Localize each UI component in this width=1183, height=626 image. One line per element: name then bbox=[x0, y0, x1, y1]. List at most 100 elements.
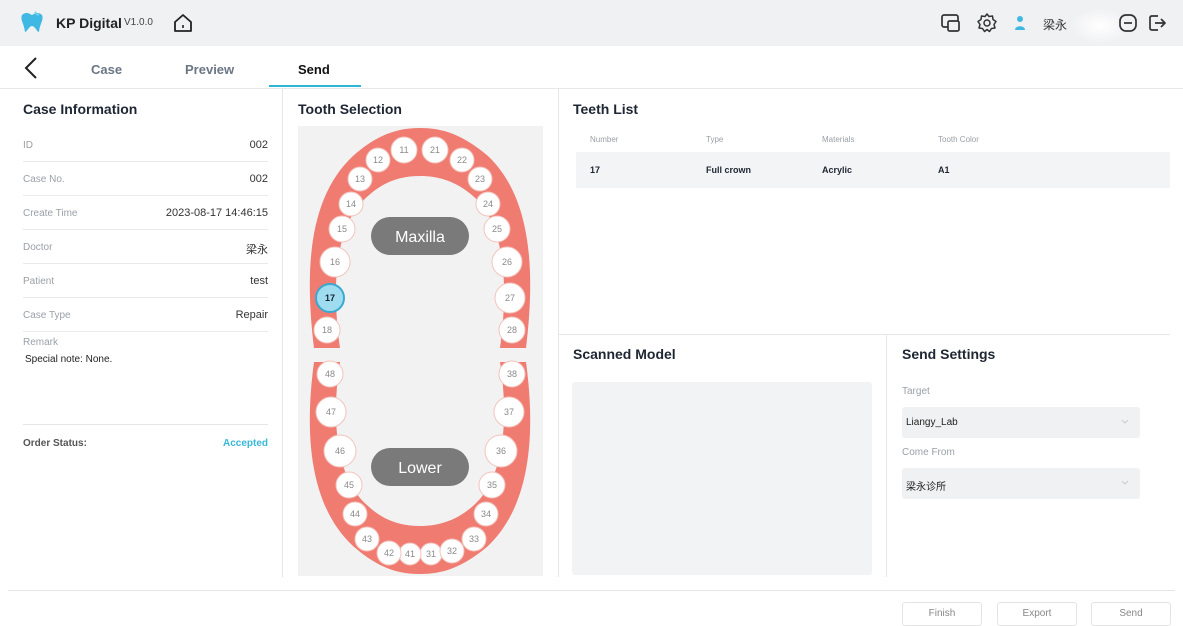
tooth-number: 13 bbox=[355, 174, 365, 184]
info-value: 002 bbox=[249, 139, 268, 151]
tooth-15[interactable]: 15 bbox=[328, 215, 356, 243]
scanned-model-viewer[interactable] bbox=[572, 382, 872, 575]
tooth-42[interactable]: 42 bbox=[376, 540, 402, 566]
tooth-number: 17 bbox=[325, 293, 335, 303]
order-status-label: Order Status: bbox=[23, 438, 87, 449]
remark-divider bbox=[23, 424, 268, 425]
chevron-down-icon bbox=[1121, 419, 1129, 424]
tooth-number: 14 bbox=[346, 199, 356, 209]
tab-case[interactable]: Case bbox=[91, 62, 122, 77]
tooth-number: 41 bbox=[405, 549, 415, 559]
tooth-number: 36 bbox=[496, 446, 506, 456]
user-icon bbox=[1015, 16, 1025, 30]
tooth-27[interactable]: 27 bbox=[494, 282, 526, 314]
tooth-34[interactable]: 34 bbox=[473, 501, 499, 527]
info-value: Repair bbox=[235, 309, 268, 321]
cell-tooth-color: A1 bbox=[938, 165, 950, 175]
tooth-43[interactable]: 43 bbox=[354, 526, 380, 552]
tooth-23[interactable]: 23 bbox=[467, 166, 493, 192]
tooth-24[interactable]: 24 bbox=[475, 191, 501, 217]
tooth-31[interactable]: 31 bbox=[419, 542, 443, 566]
info-label: Patient bbox=[23, 276, 55, 287]
tooth-33[interactable]: 33 bbox=[461, 526, 487, 552]
tooth-41[interactable]: 41 bbox=[398, 542, 422, 566]
tooth-number: 32 bbox=[447, 546, 457, 556]
tab-send[interactable]: Send bbox=[298, 62, 330, 77]
tooth-number: 12 bbox=[373, 155, 383, 165]
cell-number: 17 bbox=[590, 165, 601, 175]
tooth-48[interactable]: 48 bbox=[316, 360, 344, 388]
tooth-selection-title: Tooth Selection bbox=[298, 101, 402, 117]
tooth-number: 44 bbox=[350, 509, 360, 519]
info-label: Case No. bbox=[23, 174, 65, 185]
tooth-38[interactable]: 38 bbox=[498, 360, 526, 388]
come-from-label: Come From bbox=[902, 447, 955, 458]
chevron-down-icon bbox=[1121, 480, 1129, 485]
tooth-35[interactable]: 35 bbox=[478, 471, 506, 499]
tooth-37[interactable]: 37 bbox=[493, 396, 525, 428]
tooth-32[interactable]: 32 bbox=[439, 538, 465, 564]
tooth-number: 18 bbox=[322, 325, 332, 335]
tooth-28[interactable]: 28 bbox=[498, 316, 526, 344]
come-from-select[interactable]: 梁永诊所 bbox=[902, 468, 1140, 499]
panel-divider bbox=[558, 89, 559, 577]
column-header-materials: Materials bbox=[822, 135, 855, 144]
come-from-value: 梁永诊所 bbox=[906, 482, 946, 493]
logout-icon[interactable] bbox=[1146, 12, 1168, 34]
app-title: KP Digital bbox=[56, 15, 122, 31]
tooth-number: 23 bbox=[475, 174, 485, 184]
teeth-list-title: Teeth List bbox=[573, 101, 639, 117]
back-arrow-icon[interactable] bbox=[22, 56, 40, 80]
tooth-14[interactable]: 14 bbox=[338, 191, 364, 217]
table-row[interactable]: 17 Full crown Acrylic A1 bbox=[576, 152, 1170, 188]
tooth-17[interactable]: 17 bbox=[315, 283, 345, 313]
tooth-number: 43 bbox=[362, 534, 372, 544]
logo-icon bbox=[21, 11, 43, 32]
tooth-44[interactable]: 44 bbox=[342, 501, 368, 527]
settings-icon[interactable] bbox=[976, 12, 998, 34]
tooth-26[interactable]: 26 bbox=[491, 246, 523, 278]
minimize-icon[interactable] bbox=[1117, 12, 1139, 34]
tooth-47[interactable]: 47 bbox=[315, 396, 347, 428]
tooth-12[interactable]: 12 bbox=[365, 147, 391, 173]
tooth-22[interactable]: 22 bbox=[449, 147, 475, 173]
home-icon[interactable] bbox=[172, 12, 194, 34]
tooth-number: 21 bbox=[430, 145, 440, 155]
tab-preview[interactable]: Preview bbox=[185, 62, 234, 77]
tooth-number: 34 bbox=[481, 509, 491, 519]
target-label: Target bbox=[902, 386, 930, 397]
tooth-number: 25 bbox=[492, 224, 502, 234]
tooth-13[interactable]: 13 bbox=[347, 166, 373, 192]
target-select[interactable]: Liangy_Lab bbox=[902, 407, 1140, 438]
tooth-number: 46 bbox=[335, 446, 345, 456]
remark-label: Remark bbox=[23, 337, 59, 348]
tooth-number: 26 bbox=[502, 257, 512, 267]
tooth-46[interactable]: 46 bbox=[323, 434, 357, 468]
screen-icon[interactable] bbox=[940, 12, 962, 34]
tooth-chart: Maxilla Lower 11 12 13 14 15 16 17 18 21 22 23 24 25… bbox=[298, 126, 543, 576]
tooth-21[interactable]: 21 bbox=[421, 136, 449, 164]
info-value: test bbox=[250, 275, 268, 287]
tab-bar: Case Preview Send bbox=[0, 46, 1183, 88]
finish-button[interactable]: Finish bbox=[902, 602, 982, 626]
target-value: Liangy_Lab bbox=[906, 417, 958, 428]
column-header-type: Type bbox=[706, 135, 724, 144]
tooth-36[interactable]: 36 bbox=[484, 434, 518, 468]
tooth-45[interactable]: 45 bbox=[335, 471, 363, 499]
user-name[interactable]: 梁永 bbox=[1043, 16, 1067, 33]
scanned-model-title: Scanned Model bbox=[573, 346, 676, 362]
export-button[interactable]: Export bbox=[997, 602, 1077, 626]
info-row: Create Time 2023-08-17 14:46:15 bbox=[23, 196, 268, 230]
tooth-25[interactable]: 25 bbox=[483, 215, 511, 243]
tooth-18[interactable]: 18 bbox=[313, 316, 341, 344]
tooth-number: 22 bbox=[457, 155, 467, 165]
tooth-number: 38 bbox=[507, 369, 517, 379]
tooth-number: 47 bbox=[326, 407, 336, 417]
panel-divider bbox=[886, 335, 887, 577]
tooth-11[interactable]: 11 bbox=[390, 136, 418, 164]
tooth-16[interactable]: 16 bbox=[319, 246, 351, 278]
send-button[interactable]: Send bbox=[1091, 602, 1171, 626]
column-header-tooth-color: Tooth Color bbox=[938, 135, 979, 144]
app-version: V1.0.0 bbox=[124, 17, 153, 28]
order-status-value: Accepted bbox=[222, 438, 268, 449]
